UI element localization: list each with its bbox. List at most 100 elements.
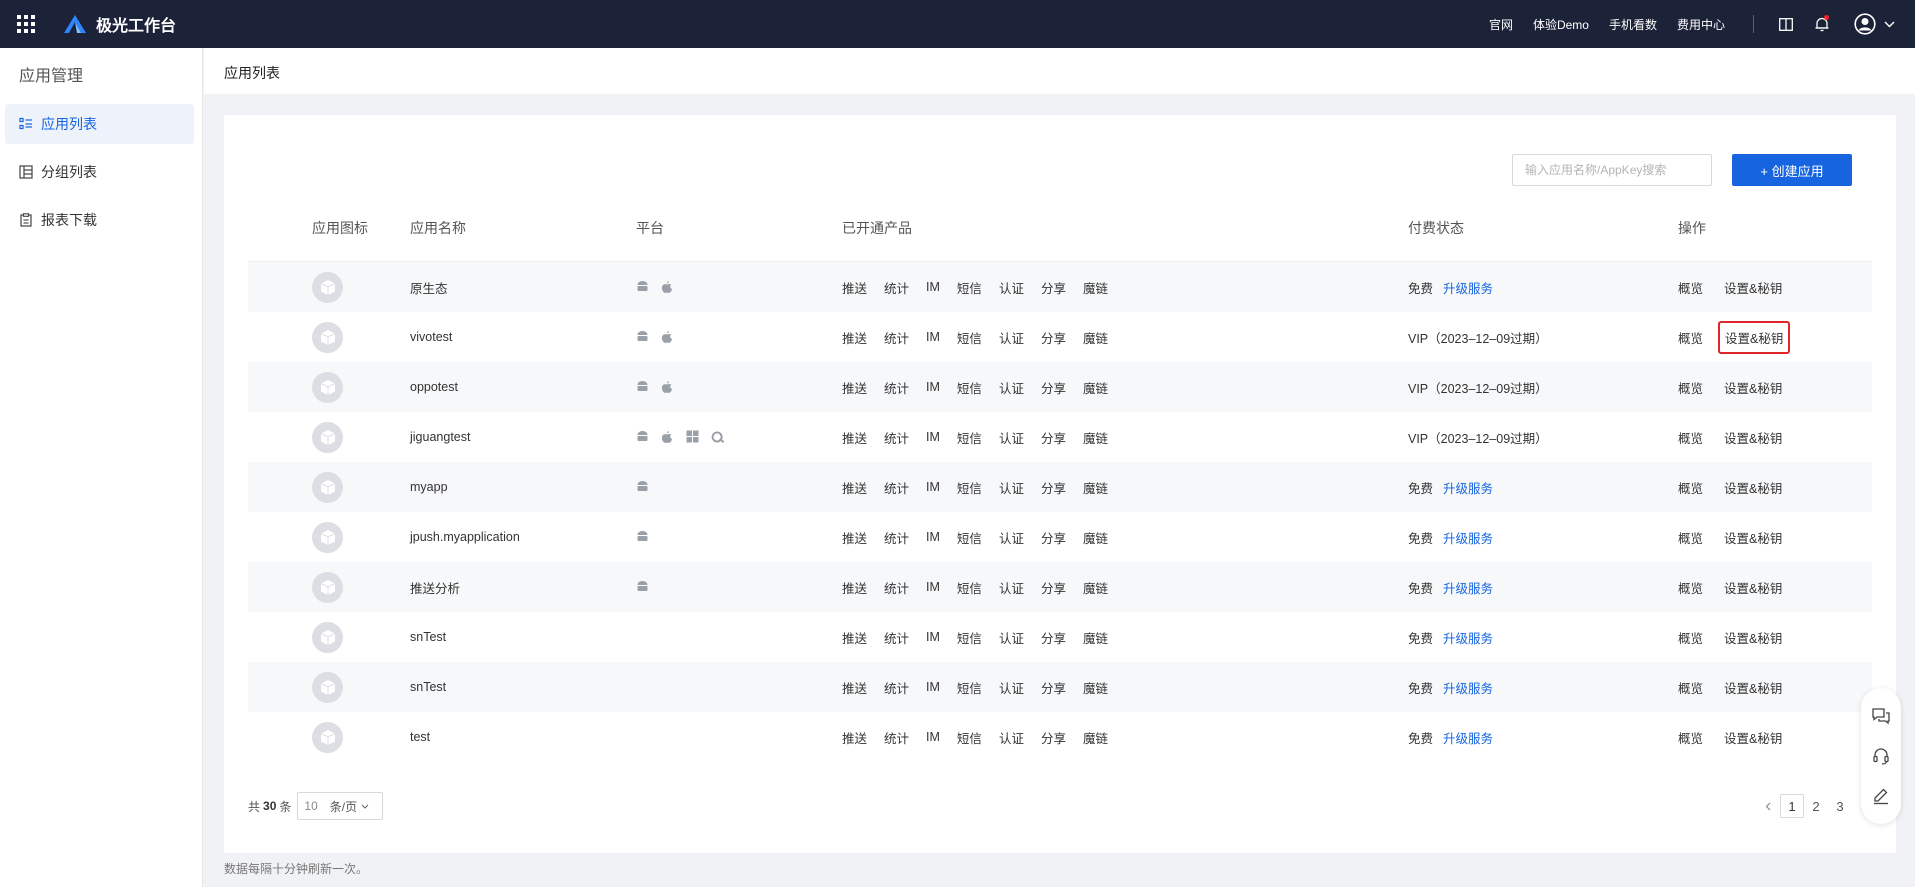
product-tag: IM — [926, 430, 940, 444]
android-icon — [636, 380, 650, 394]
settings-secret-link[interactable]: 设置&秘钥 — [1718, 525, 1788, 550]
products-cell: 推送 统计 IM 短信 认证 分享 魔链 — [842, 612, 1125, 662]
page-size-suffix: 条/页 — [329, 799, 358, 814]
user-menu[interactable] — [1854, 13, 1895, 35]
pay-status-cell: 免费 升级服务 — [1408, 712, 1493, 762]
actions-cell: 概览 设置&秘钥 — [1678, 262, 1788, 312]
chat-icon[interactable] — [1870, 705, 1892, 727]
product-tag: 推送 — [842, 581, 868, 596]
sidebar-item-app-list[interactable]: 应用列表 — [5, 104, 194, 144]
page-size-value: 10 — [304, 799, 318, 813]
page-size-select[interactable]: 10 条/页 — [297, 792, 384, 820]
product-tag: IM — [926, 530, 940, 544]
sidebar-item-group-list[interactable]: 分组列表 — [5, 152, 194, 192]
overview-link[interactable]: 概览 — [1678, 378, 1703, 397]
product-tag: 分享 — [1040, 681, 1066, 696]
upgrade-service-link[interactable]: 升级服务 — [1443, 578, 1493, 597]
upgrade-service-link[interactable]: 升级服务 — [1443, 678, 1493, 697]
bell-icon[interactable] — [1804, 0, 1840, 48]
pay-status-cell: 免费 升级服务 — [1408, 662, 1493, 712]
product-tag: IM — [926, 680, 940, 694]
product-tag: 魔链 — [1082, 531, 1108, 546]
product-tag: 推送 — [842, 481, 868, 496]
pay-status-cell: VIP（2023–12–09过期） — [1408, 362, 1548, 412]
settings-secret-link[interactable]: 设置&秘钥 — [1718, 575, 1788, 600]
product-tag: 认证 — [998, 581, 1024, 596]
android-icon — [636, 430, 650, 444]
product-tag: 分享 — [1040, 481, 1066, 496]
actions-cell: 概览 设置&秘钥 — [1678, 312, 1791, 362]
platform-icons — [636, 562, 650, 612]
overview-link[interactable]: 概览 — [1678, 528, 1703, 547]
overview-link[interactable]: 概览 — [1678, 678, 1703, 697]
settings-secret-link[interactable]: 设置&秘钥 — [1718, 725, 1788, 750]
product-tag: 推送 — [842, 731, 868, 746]
overview-link[interactable]: 概览 — [1678, 628, 1703, 647]
sidebar-item-report-download[interactable]: 报表下载 — [5, 200, 194, 240]
page-1[interactable]: 1 — [1780, 794, 1804, 818]
table-icon — [19, 165, 33, 179]
app-name: test — [410, 730, 431, 744]
android-icon — [636, 580, 650, 594]
product-tag: 短信 — [956, 381, 982, 396]
pay-status: 免费 — [1408, 281, 1434, 296]
link-mobile-data[interactable]: 手机看数 — [1609, 16, 1657, 33]
page-3[interactable]: 3 — [1828, 794, 1852, 818]
products-cell: 推送 统计 IM 短信 认证 分享 魔链 — [842, 362, 1125, 412]
settings-secret-link[interactable]: 设置&秘钥 — [1718, 425, 1788, 450]
overview-link[interactable]: 概览 — [1678, 428, 1703, 447]
product-tag: 分享 — [1040, 431, 1066, 446]
pay-status: VIP（2023–12–09过期） — [1408, 431, 1548, 446]
overview-link[interactable]: 概览 — [1678, 478, 1703, 497]
link-demo[interactable]: 体验Demo — [1533, 16, 1589, 33]
overview-link[interactable]: 概览 — [1678, 278, 1703, 297]
link-billing-center[interactable]: 费用中心 — [1677, 16, 1725, 33]
app-table: 应用图标 应用名称 平台 已开通产品 付费状态 操作 原生态 推送 统计 IM 短信 认证… — [248, 207, 1872, 762]
upgrade-service-link[interactable]: 升级服务 — [1443, 478, 1493, 497]
actions-cell: 概览 设置&秘钥 — [1678, 412, 1788, 462]
search-input[interactable] — [1512, 154, 1712, 186]
table-row: jiguangtest 推送 统计 IM 短信 认证 分享 魔链 VIP（2023–12–09过… — [248, 412, 1872, 462]
pay-status-cell: 免费 升级服务 — [1408, 262, 1493, 312]
product-tag: 推送 — [842, 431, 868, 446]
platform-icons — [636, 362, 675, 412]
settings-secret-link[interactable]: 设置&秘钥 — [1718, 625, 1788, 650]
app-icon — [312, 421, 343, 453]
pay-status: 免费 — [1408, 581, 1434, 596]
upgrade-service-link[interactable]: 升级服务 — [1443, 528, 1493, 547]
settings-secret-link[interactable]: 设置&秘钥 — [1718, 475, 1788, 500]
product-tag: 分享 — [1040, 331, 1066, 346]
create-app-button[interactable]: + 创建应用 — [1732, 154, 1852, 186]
header-app-name: 应用名称 — [410, 220, 466, 236]
products-cell: 推送 统计 IM 短信 认证 分享 魔链 — [842, 462, 1125, 512]
product-tag: 认证 — [998, 731, 1024, 746]
page-2[interactable]: 2 — [1804, 794, 1828, 818]
app-icon — [312, 321, 343, 353]
overview-link[interactable]: 概览 — [1678, 578, 1703, 597]
settings-secret-link[interactable]: 设置&秘钥 — [1718, 275, 1788, 300]
actions-cell: 概览 设置&秘钥 — [1678, 562, 1788, 612]
app-icon-cell — [312, 262, 343, 312]
app-grid-icon[interactable] — [16, 14, 36, 34]
upgrade-service-link[interactable]: 升级服务 — [1443, 728, 1493, 747]
link-official-site[interactable]: 官网 — [1489, 16, 1513, 33]
settings-secret-link[interactable]: 设置&秘钥 — [1718, 675, 1788, 700]
total-prefix: 共 — [248, 799, 261, 814]
app-icon — [312, 371, 343, 403]
table-row: 原生态 推送 统计 IM 短信 认证 分享 魔链 免费 升级服务 概览 设置&秘钥 — [248, 262, 1872, 312]
settings-secret-link[interactable]: 设置&秘钥 — [1718, 375, 1788, 400]
app-name: 原生态 — [410, 281, 448, 296]
overview-link[interactable]: 概览 — [1678, 328, 1703, 347]
edit-icon[interactable] — [1870, 785, 1892, 807]
book-icon[interactable] — [1768, 0, 1804, 48]
apple-icon — [661, 380, 675, 394]
upgrade-service-link[interactable]: 升级服务 — [1443, 278, 1493, 297]
overview-link[interactable]: 概览 — [1678, 728, 1703, 747]
product-tag: 魔链 — [1082, 381, 1108, 396]
refresh-note: 数据每隔十分钟刷新一次。 — [224, 862, 369, 876]
upgrade-service-link[interactable]: 升级服务 — [1443, 628, 1493, 647]
actions-cell: 概览 设置&秘钥 — [1678, 712, 1788, 762]
prev-page-icon[interactable] — [1756, 794, 1780, 818]
headset-icon[interactable] — [1870, 745, 1892, 767]
settings-secret-link[interactable]: 设置&秘钥 — [1718, 320, 1791, 354]
